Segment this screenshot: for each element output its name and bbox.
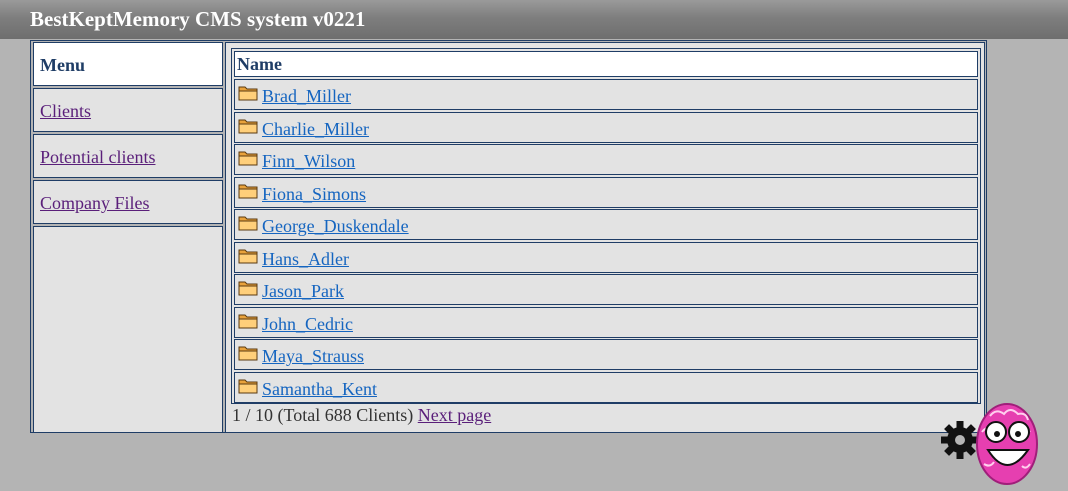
- folder-icon: [238, 379, 258, 394]
- folder-icon: [238, 216, 258, 231]
- client-link[interactable]: George_Duskendale: [262, 216, 409, 237]
- client-link[interactable]: Finn_Wilson: [262, 151, 355, 172]
- folder-icon: [238, 119, 258, 134]
- table-row[interactable]: George_Duskendale: [234, 209, 978, 240]
- app-header: BestKeptMemory CMS system v0221: [0, 0, 1068, 39]
- folder-icon: [238, 184, 258, 199]
- menu-link-company-files[interactable]: Company Files: [40, 193, 150, 214]
- next-page-link[interactable]: Next page: [418, 405, 491, 425]
- menu-link-potential-clients[interactable]: Potential clients: [40, 147, 155, 168]
- menu-item-clients[interactable]: Clients: [33, 88, 223, 132]
- pagination-status: 1 / 10 (Total 688 Clients): [232, 405, 414, 425]
- client-link[interactable]: Samantha_Kent: [262, 379, 377, 400]
- client-link[interactable]: Fiona_Simons: [262, 184, 366, 205]
- app-title: BestKeptMemory CMS system v0221: [30, 7, 366, 31]
- table-row[interactable]: Fiona_Simons: [234, 177, 978, 208]
- folder-icon: [238, 86, 258, 101]
- table-row[interactable]: Charlie_Miller: [234, 112, 978, 143]
- brain-icon: [976, 403, 1038, 485]
- table-row[interactable]: John_Cedric: [234, 307, 978, 338]
- folder-icon: [238, 314, 258, 329]
- folder-icon: [238, 151, 258, 166]
- client-link[interactable]: John_Cedric: [262, 314, 353, 335]
- table-row[interactable]: Hans_Adler: [234, 242, 978, 273]
- menu-link-clients[interactable]: Clients: [40, 101, 91, 122]
- client-link[interactable]: Jason_Park: [262, 281, 344, 302]
- name-column-label: Name: [237, 54, 282, 74]
- table-row[interactable]: Jason_Park: [234, 274, 978, 305]
- pagination: 1 / 10 (Total 688 Clients) Next page: [232, 405, 491, 426]
- client-link[interactable]: Brad_Miller: [262, 86, 351, 107]
- menu-item-company-files[interactable]: Company Files: [33, 180, 223, 224]
- brain-gear-mascot-icon: [941, 403, 1038, 485]
- name-column-header: Name: [234, 51, 978, 77]
- menu-item-potential-clients[interactable]: Potential clients: [33, 134, 223, 178]
- table-row[interactable]: Finn_Wilson: [234, 144, 978, 175]
- folder-icon: [238, 249, 258, 264]
- table-row[interactable]: Samantha_Kent: [234, 372, 978, 403]
- table-row[interactable]: Maya_Strauss: [234, 339, 978, 370]
- menu-heading-cell: Menu: [33, 42, 223, 86]
- client-link[interactable]: Maya_Strauss: [262, 346, 364, 367]
- menu-empty-area: [33, 226, 223, 433]
- table-row[interactable]: Brad_Miller: [234, 79, 978, 110]
- client-link[interactable]: Hans_Adler: [262, 249, 349, 270]
- folder-icon: [238, 281, 258, 296]
- menu-heading: Menu: [40, 55, 85, 75]
- folder-icon: [238, 346, 258, 361]
- gear-icon: [941, 421, 979, 459]
- client-link[interactable]: Charlie_Miller: [262, 119, 369, 140]
